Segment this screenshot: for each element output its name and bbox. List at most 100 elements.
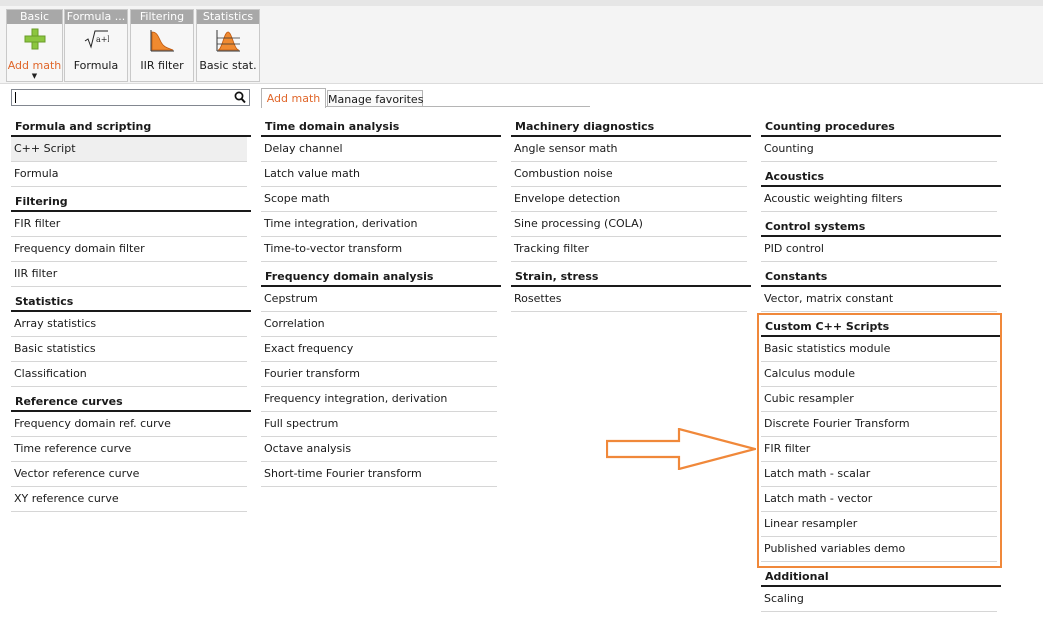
math-item[interactable]: Latch math - vector — [761, 487, 997, 512]
math-item[interactable]: Calculus module — [761, 362, 997, 387]
category-section: Acoustics Acoustic weighting filters — [761, 167, 1001, 212]
category-section: Frequency domain analysis Cepstrum Correla… — [261, 267, 501, 487]
search-box[interactable] — [11, 89, 250, 106]
ribbon-group-title: Statistics — [197, 10, 259, 24]
math-item[interactable]: FIR filter — [11, 212, 247, 237]
category-heading: Control systems — [761, 217, 1001, 237]
math-item[interactable]: Discrete Fourier Transform — [761, 412, 997, 437]
math-item[interactable]: Delay channel — [261, 137, 497, 162]
pointer-arrow-icon — [606, 428, 756, 470]
math-item[interactable]: Frequency integration, derivation — [261, 387, 497, 412]
category-heading: Additional — [761, 567, 1001, 587]
math-item[interactable]: Scope math — [261, 187, 497, 212]
math-item[interactable]: Counting — [761, 137, 997, 162]
ribbon-group-statistics: Statistics Basic stat. — [196, 9, 260, 82]
category-section: Filtering FIR filter Frequency domain filt… — [11, 192, 251, 287]
math-item[interactable]: Combustion noise — [511, 162, 747, 187]
dropdown-arrow-icon[interactable]: ▼ — [7, 72, 62, 80]
category-section: Formula and scripting C++ Script Formula — [11, 117, 251, 187]
add-math-button[interactable]: Add math ▼ — [7, 24, 62, 81]
math-item[interactable]: Fourier transform — [261, 362, 497, 387]
math-item[interactable]: Vector, matrix constant — [761, 287, 997, 312]
math-item[interactable]: XY reference curve — [11, 487, 247, 512]
math-item[interactable]: Formula — [11, 162, 247, 187]
category-heading: Machinery diagnostics — [511, 117, 751, 137]
category-heading: Filtering — [11, 192, 251, 212]
category-heading: Formula and scripting — [11, 117, 251, 137]
basic-stat-button[interactable]: Basic stat. — [197, 24, 259, 81]
math-item[interactable]: Basic statistics module — [761, 337, 997, 362]
math-item[interactable]: Angle sensor math — [511, 137, 747, 162]
search-input[interactable] — [14, 90, 229, 105]
search-icon[interactable] — [234, 91, 246, 104]
math-item[interactable]: Array statistics — [11, 312, 247, 337]
tab-manage-favorites[interactable]: Manage favorites — [327, 90, 423, 107]
category-heading: Custom C++ Scripts — [761, 317, 1001, 337]
ribbon-group-filtering: Filtering IIR filter — [130, 9, 194, 82]
math-item[interactable]: Published variables demo — [761, 537, 997, 562]
math-item[interactable]: Frequency domain ref. curve — [11, 412, 247, 437]
math-item[interactable]: Linear resampler — [761, 512, 997, 537]
math-item[interactable]: Acoustic weighting filters — [761, 187, 997, 212]
math-item[interactable]: Tracking filter — [511, 237, 747, 262]
text-caret — [15, 92, 16, 103]
filter-curve-icon — [150, 30, 174, 52]
category-section: Reference curves Frequency domain ref. cu… — [11, 392, 251, 512]
math-item[interactable]: Latch value math — [261, 162, 497, 187]
math-item[interactable]: FIR filter — [761, 437, 997, 462]
math-item[interactable]: Cepstrum — [261, 287, 497, 312]
math-item[interactable]: Sine processing (COLA) — [511, 212, 747, 237]
math-item[interactable]: Basic statistics — [11, 337, 247, 362]
tab-add-math[interactable]: Add math — [261, 88, 326, 108]
math-column-2: Time domain analysis Delay channel Latch v… — [261, 117, 501, 487]
category-heading: Time domain analysis — [261, 117, 501, 137]
math-item[interactable]: Exact frequency — [261, 337, 497, 362]
category-heading: Statistics — [11, 292, 251, 312]
category-section: Control systems PID control — [761, 217, 1001, 262]
iir-filter-button[interactable]: IIR filter — [131, 24, 193, 81]
math-item[interactable]: Classification — [11, 362, 247, 387]
math-item[interactable]: Time integration, derivation — [261, 212, 497, 237]
math-item[interactable]: C++ Script — [11, 137, 247, 162]
category-section: Statistics Array statistics Basic statisti… — [11, 292, 251, 387]
category-section: Custom C++ Scripts Basic statistics modul… — [761, 317, 1001, 562]
basic-stat-label: Basic stat. — [199, 59, 257, 72]
math-column-4: Counting procedures Counting Acoustics Acou… — [761, 117, 1001, 612]
tab-underline — [326, 106, 590, 107]
math-item[interactable]: Frequency domain filter — [11, 237, 247, 262]
category-section: Time domain analysis Delay channel Latch v… — [261, 117, 501, 262]
category-heading: Acoustics — [761, 167, 1001, 187]
math-item[interactable]: Octave analysis — [261, 437, 497, 462]
math-item[interactable]: Rosettes — [511, 287, 747, 312]
category-section: Additional Scaling — [761, 567, 1001, 612]
math-item[interactable]: Correlation — [261, 312, 497, 337]
category-heading: Frequency domain analysis — [261, 267, 501, 287]
math-item[interactable]: Full spectrum — [261, 412, 497, 437]
math-item[interactable]: Time-to-vector transform — [261, 237, 497, 262]
category-heading: Constants — [761, 267, 1001, 287]
statistics-icon — [216, 30, 240, 52]
math-item[interactable]: Time reference curve — [11, 437, 247, 462]
math-item[interactable]: Vector reference curve — [11, 462, 247, 487]
math-item[interactable]: IIR filter — [11, 262, 247, 287]
iir-filter-label: IIR filter — [140, 59, 184, 72]
category-section: Constants Vector, matrix constant — [761, 267, 1001, 312]
math-item[interactable]: Short-time Fourier transform — [261, 462, 497, 487]
ribbon-group-title: Formula ... — [65, 10, 127, 24]
svg-text:a+b: a+b — [96, 35, 109, 44]
add-math-label: Add math — [7, 59, 62, 72]
green-plus-icon — [24, 28, 45, 50]
ribbon-group-basic: Basic Add math ▼ — [6, 9, 63, 82]
math-item[interactable]: Envelope detection — [511, 187, 747, 212]
formula-button[interactable]: a+b Formula — [65, 24, 127, 81]
category-heading: Reference curves — [11, 392, 251, 412]
ribbon-toolbar: Basic Add math ▼ Formula ... a+b Formula… — [0, 6, 1043, 84]
category-heading: Strain, stress — [511, 267, 751, 287]
math-item[interactable]: Scaling — [761, 587, 997, 612]
ribbon-group-formula: Formula ... a+b Formula — [64, 9, 128, 82]
math-item[interactable]: Cubic resampler — [761, 387, 997, 412]
math-item[interactable]: PID control — [761, 237, 997, 262]
formula-icon: a+b — [84, 30, 109, 49]
category-section: Machinery diagnostics Angle sensor math Co… — [511, 117, 751, 262]
math-item[interactable]: Latch math - scalar — [761, 462, 997, 487]
